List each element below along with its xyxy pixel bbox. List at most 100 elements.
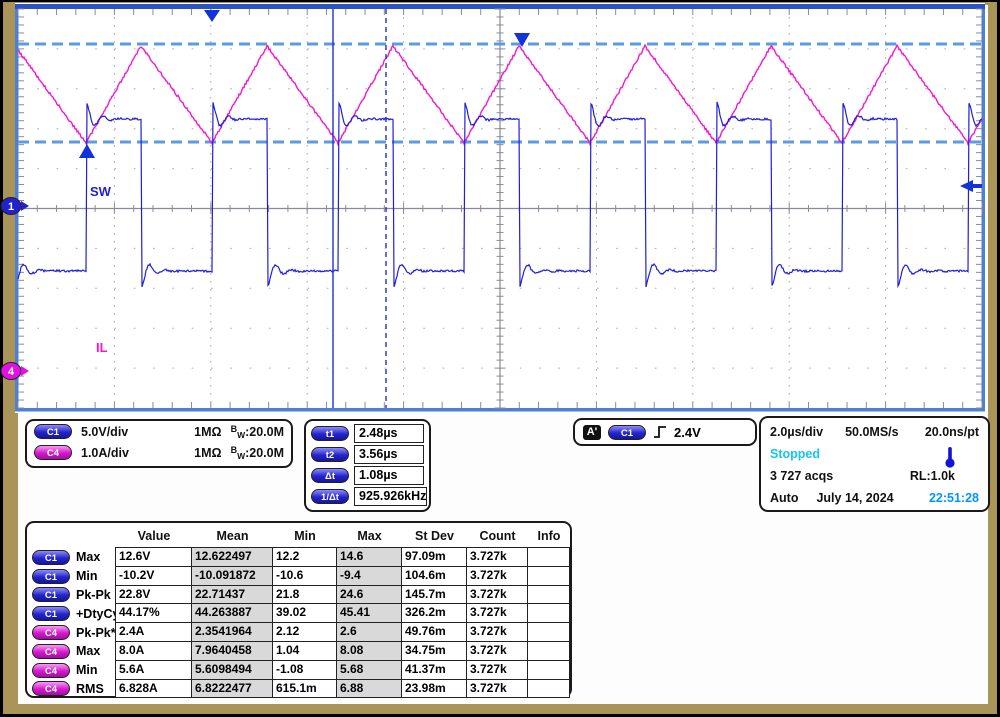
- measurement-cell-min: 615.1m: [272, 679, 337, 699]
- trigger-box[interactable]: A' C1 2.4V: [573, 418, 757, 446]
- cursor-value-field[interactable]: 2.48µs: [354, 424, 424, 443]
- horizontal-acquisition-box[interactable]: 2.0µs/div 50.0MS/s 20.0ns/pt Stopped 3 7…: [759, 416, 990, 512]
- measurement-row[interactable]: C1+DtyCyc44.17%44.26388739.0245.41326.2m…: [30, 604, 567, 623]
- measurement-cell-count: 3.727k: [466, 660, 528, 680]
- measurement-row[interactable]: C1Pk-Pk22.8V22.7143721.824.6145.7m3.727k: [30, 586, 567, 605]
- cursor-badge[interactable]: t2: [311, 447, 349, 462]
- measurement-row[interactable]: C1Min-10.2V-10.091872-10.6-9.4104.6m3.72…: [30, 567, 567, 586]
- column-header: Min: [273, 525, 337, 548]
- measurement-row[interactable]: C4Pk-Pk*2.4A2.35419642.122.649.76m3.727k: [30, 623, 567, 642]
- channel-1-row[interactable]: C1 5.0V/div 1MΩ BW:20.0M: [27, 421, 291, 442]
- measurement-channel-badge[interactable]: C4: [32, 663, 70, 678]
- measurement-cell-count: 3.727k: [466, 641, 528, 661]
- channel-1-badge[interactable]: C1: [34, 424, 72, 439]
- measurement-cell-mean: 5.6098494: [191, 660, 273, 680]
- measurement-row[interactable]: C4RMS6.828A6.8222477615.1m6.8823.98m3.72…: [30, 680, 567, 699]
- measurement-label: C4 Pk-Pk*: [30, 623, 116, 642]
- column-header: Max: [337, 525, 402, 548]
- measurement-cell-max: 24.6: [336, 585, 402, 605]
- trigger-a-badge[interactable]: A': [583, 425, 601, 440]
- measurement-cell-stdev: 23.98m: [401, 679, 467, 699]
- measurement-channel-badge[interactable]: C4: [32, 644, 70, 659]
- measurement-cell-mean: 6.8222477: [191, 679, 273, 699]
- measurement-cell-stdev: 41.37m: [401, 660, 467, 680]
- measurement-cell-info: [527, 622, 570, 642]
- cursor-value-field[interactable]: 1.08µs: [354, 466, 424, 485]
- waveform-display[interactable]: 14SWIL: [0, 0, 1000, 414]
- measurement-cell-max: 2.6: [336, 622, 402, 642]
- cursor-value-field[interactable]: 3.56µs: [354, 445, 424, 464]
- sample-rate: 50.0MS/s: [845, 425, 899, 439]
- record-length: RL:1.0k: [910, 469, 955, 483]
- measurement-table-header: ValueMeanMinMaxSt DevCountInfo: [30, 525, 567, 548]
- measurement-cell-mean: 44.263887: [191, 603, 273, 623]
- measurement-cell-mean: 22.71437: [191, 585, 273, 605]
- measurement-channel-badge[interactable]: C1: [32, 569, 70, 584]
- measurement-channel-badge[interactable]: C1: [32, 587, 70, 602]
- measurement-cell-value: 44.17%: [115, 603, 192, 623]
- measurement-name: Pk-Pk: [76, 588, 111, 602]
- measurement-cell-value: 5.6A: [115, 660, 192, 680]
- measurement-row[interactable]: C1Max12.6V12.62249712.214.697.09m3.727k: [30, 548, 567, 567]
- measurement-cell-stdev: 34.75m: [401, 641, 467, 661]
- cursor-row-1[interactable]: t1 2.48µs: [306, 423, 429, 444]
- measurement-channel-badge[interactable]: C4: [32, 681, 70, 696]
- measurement-cell-info: [527, 566, 570, 586]
- column-header: St Dev: [402, 525, 467, 548]
- measurement-table[interactable]: ValueMeanMinMaxSt DevCountInfo C1 Max 12.6…: [25, 521, 572, 698]
- acquisition-status: Stopped: [770, 447, 820, 461]
- cursor-badge[interactable]: t1: [311, 426, 349, 441]
- channel-settings-box[interactable]: C1 5.0V/div 1MΩ BW:20.0M C4 1.0A/div 1MΩ…: [25, 419, 293, 468]
- sample-resolution: 20.0ns/pt: [925, 425, 979, 439]
- measurement-cell-info: [527, 660, 570, 680]
- cursor-readout-box[interactable]: t1 2.48µs t2 3.56µs Δt 1.08µs 1/Δt 925.926kHz: [304, 419, 431, 512]
- clock-label: 22:51:28: [929, 491, 979, 505]
- measurement-cell-mean: 12.622497: [191, 547, 273, 567]
- rising-edge-icon: [653, 424, 667, 440]
- svg-text:4: 4: [8, 366, 15, 378]
- cursor-badge[interactable]: 1/Δt: [311, 489, 349, 504]
- trigger-level-arrow[interactable]: [972, 184, 982, 188]
- trigger-mode: Auto: [770, 491, 798, 505]
- column-header: Info: [528, 525, 570, 548]
- measurement-channel-badge[interactable]: C1: [32, 606, 70, 621]
- measurement-name: Max: [76, 550, 100, 564]
- measurement-cell-count: 3.727k: [466, 679, 528, 699]
- measurement-row[interactable]: C4Max8.0A7.96404581.048.0834.75m3.727k: [30, 642, 567, 661]
- trigger-source-badge[interactable]: C1: [608, 425, 646, 440]
- channel-4-row[interactable]: C4 1.0A/div 1MΩ BW:20.0M: [27, 442, 291, 463]
- cursor-value-field[interactable]: 925.926kHz: [354, 487, 427, 506]
- cursor-row-2[interactable]: t2 3.56µs: [306, 444, 429, 465]
- acquisition-count: 3 727 acqs: [770, 469, 833, 483]
- measurement-cell-stdev: 104.6m: [401, 566, 467, 586]
- cursor-badge[interactable]: Δt: [311, 468, 349, 483]
- measurement-label: C1 Pk-Pk: [30, 586, 116, 605]
- measurement-cell-min: 2.12: [272, 622, 337, 642]
- measurement-channel-badge[interactable]: C4: [32, 625, 70, 640]
- cursor-row-4[interactable]: 1/Δt 925.926kHz: [306, 486, 429, 507]
- measurement-label: C4Max: [30, 642, 116, 661]
- measurement-cell-max: 8.08: [336, 641, 402, 661]
- measurement-cell-max: 14.6: [336, 547, 402, 567]
- measurement-row[interactable]: C4Min5.6A5.6098494-1.085.6841.37m3.727k: [30, 661, 567, 680]
- measurement-cell-info: [527, 641, 570, 661]
- channel-4-badge[interactable]: C4: [34, 445, 72, 460]
- channel-1-scale: 5.0V/div: [81, 425, 128, 439]
- channel-4-impedance: 1MΩ: [194, 446, 221, 460]
- cursor-row-3[interactable]: Δt 1.08µs: [306, 465, 429, 486]
- measurement-label: C1Min: [30, 567, 116, 586]
- column-header: Mean: [192, 525, 273, 548]
- channel-1-bandwidth: BW:20.0M: [231, 424, 284, 440]
- measurement-label: C4RMS: [30, 680, 116, 699]
- measurement-cell-value: 12.6V: [115, 547, 192, 567]
- measurement-cell-min: -10.6: [272, 566, 337, 586]
- column-header: Count: [467, 525, 528, 548]
- measurement-cell-value: 2.4A: [115, 622, 192, 642]
- measurement-cell-value: -10.2V: [115, 566, 192, 586]
- measurement-cell-stdev: 326.2m: [401, 603, 467, 623]
- channel-4-scale: 1.0A/div: [81, 446, 129, 460]
- temperature-icon: [944, 445, 956, 469]
- measurement-cell-info: [527, 603, 570, 623]
- measurement-name: Pk-Pk*: [76, 626, 116, 640]
- measurement-channel-badge[interactable]: C1: [32, 550, 70, 565]
